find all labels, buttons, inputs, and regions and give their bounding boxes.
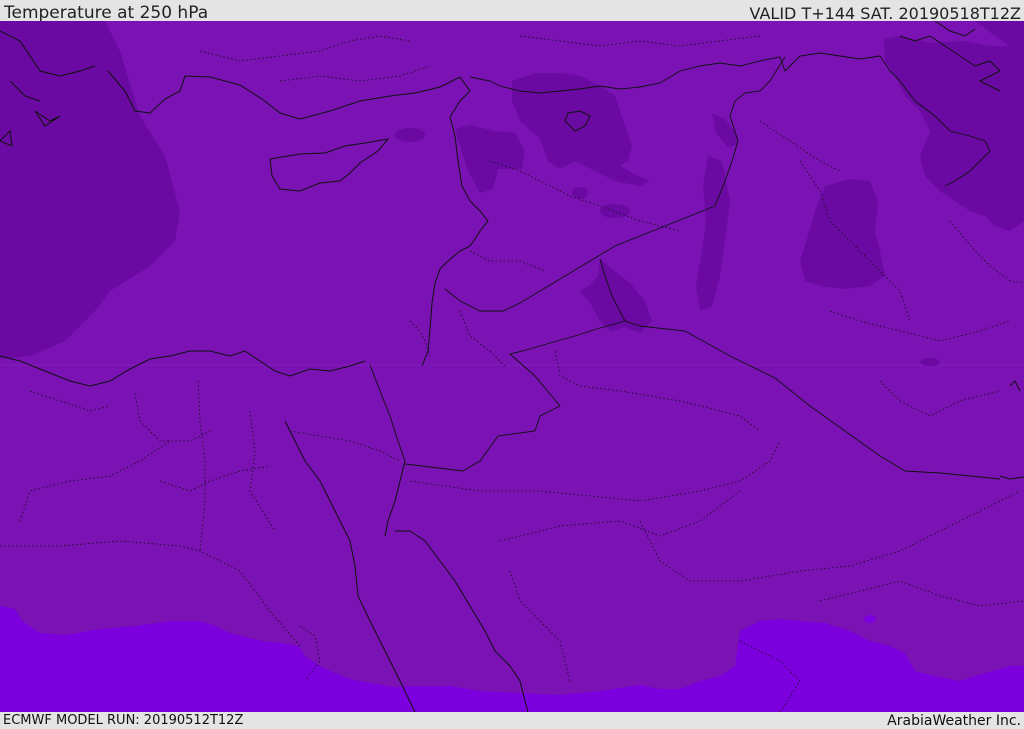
credit-label: ArabiaWeather Inc.: [887, 713, 1021, 729]
map-svg: [0, 21, 1024, 712]
model-run-label: ECMWF MODEL RUN: 20190512T12Z: [3, 713, 244, 728]
header-bar: Temperature at 250 hPa VALID T+144 SAT. …: [0, 0, 1024, 23]
cold-patch-4: [920, 358, 940, 366]
footer-bar: ECMWF MODEL RUN: 20190512T12Z ArabiaWeat…: [0, 712, 1024, 729]
temperature-field-base: [0, 21, 1024, 712]
warm-patch-1: [864, 615, 876, 623]
temperature-map: [0, 21, 1024, 712]
cold-patch-1: [395, 128, 425, 142]
weather-map-frame: Temperature at 250 hPa VALID T+144 SAT. …: [0, 0, 1024, 729]
cold-patch-2: [600, 204, 630, 218]
